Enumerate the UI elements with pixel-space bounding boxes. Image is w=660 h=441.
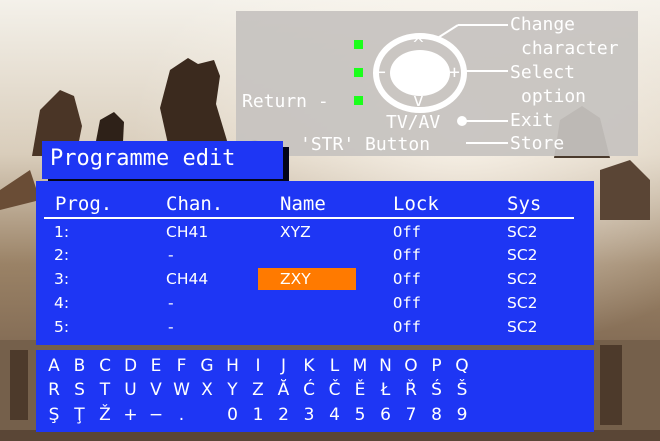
char-key[interactable]: +: [121, 405, 141, 425]
page-title: Programme edit: [50, 146, 236, 171]
char-key[interactable]: Ě: [350, 380, 370, 400]
char-key[interactable]: 3: [299, 405, 319, 425]
row-5-chan[interactable]: -: [168, 318, 174, 336]
column-header-name: Name: [280, 193, 326, 215]
char-key[interactable]: Š: [452, 380, 472, 400]
char-key[interactable]: 0: [223, 405, 243, 425]
return-label: Return -: [242, 91, 329, 112]
indicator-dot: [354, 96, 363, 105]
exit-label: Exit: [510, 110, 554, 131]
char-key[interactable]: M: [350, 356, 370, 376]
select-option-label-2: option: [521, 86, 587, 107]
char-key[interactable]: −: [146, 405, 166, 425]
char-key[interactable]: Z: [248, 380, 268, 400]
row-4-chan[interactable]: -: [168, 294, 174, 312]
change-character-label: Change: [510, 14, 576, 35]
tv-av-label: TV/AV: [386, 112, 441, 133]
row-3-chan[interactable]: CH44: [166, 270, 208, 288]
row-2-sys[interactable]: SC2: [507, 246, 538, 264]
char-key[interactable]: L: [325, 356, 345, 376]
char-key[interactable]: 5: [350, 405, 370, 425]
row-3-prog[interactable]: 3:: [54, 270, 69, 288]
char-key[interactable]: O: [401, 356, 421, 376]
row-2-chan[interactable]: -: [168, 246, 174, 264]
indicator-dot: [354, 68, 363, 77]
row-1-chan[interactable]: CH41: [166, 223, 208, 241]
row-1-name[interactable]: XYZ: [280, 223, 311, 241]
char-key[interactable]: Ž: [95, 405, 115, 425]
row-2-lock[interactable]: Off: [393, 246, 421, 264]
minus-icon: −: [375, 62, 386, 83]
down-arrow-icon: v: [413, 90, 424, 111]
char-key[interactable]: 2: [274, 405, 294, 425]
change-character-label-2: character: [521, 38, 619, 59]
char-key[interactable]: V: [146, 380, 166, 400]
char-key[interactable]: Ć: [299, 380, 319, 400]
row-4-sys[interactable]: SC2: [507, 294, 538, 312]
char-key[interactable]: H: [223, 356, 243, 376]
select-option-label: Select: [510, 62, 576, 83]
row-1-prog[interactable]: 1:: [54, 223, 69, 241]
char-key[interactable]: A: [44, 356, 64, 376]
char-key[interactable]: P: [427, 356, 447, 376]
char-key[interactable]: S: [70, 380, 90, 400]
char-key[interactable]: J: [274, 356, 294, 376]
header-divider: [44, 217, 574, 219]
char-key[interactable]: Ş: [44, 405, 64, 425]
char-key[interactable]: 9: [452, 405, 472, 425]
menu-title-box: Programme edit: [42, 141, 283, 179]
char-key[interactable]: 1: [248, 405, 268, 425]
char-key[interactable]: Ţ: [70, 405, 90, 425]
column-header-lock: Lock: [393, 193, 439, 215]
column-header-prog: Prog.: [55, 193, 113, 215]
row-4-lock[interactable]: Off: [393, 294, 421, 312]
char-key[interactable]: Ă: [274, 380, 294, 400]
char-key[interactable]: Ł: [376, 380, 396, 400]
char-key[interactable]: Ś: [427, 380, 447, 400]
char-key[interactable]: N: [376, 356, 396, 376]
char-key[interactable]: G: [197, 356, 217, 376]
char-key[interactable]: W: [172, 380, 192, 400]
row-5-sys[interactable]: SC2: [507, 318, 538, 336]
column-header-sys: Sys: [507, 193, 542, 215]
str-button-label: 'STR' Button: [300, 134, 431, 155]
remote-pad-diagram: [373, 24, 508, 144]
char-key[interactable]: X: [197, 380, 217, 400]
up-arrow-icon: ^: [413, 34, 424, 55]
char-key[interactable]: B: [70, 356, 90, 376]
char-key[interactable]: Q: [452, 356, 472, 376]
indicator-dot: [354, 40, 363, 49]
char-key[interactable]: T: [95, 380, 115, 400]
column-header-chan: Chan.: [166, 193, 224, 215]
char-key[interactable]: I: [248, 356, 268, 376]
row-4-prog[interactable]: 4:: [54, 294, 69, 312]
store-label: Store: [510, 133, 565, 154]
row-2-prog[interactable]: 2:: [54, 246, 69, 264]
char-key[interactable]: R: [44, 380, 64, 400]
char-key[interactable]: 8: [427, 405, 447, 425]
char-key[interactable]: U: [121, 380, 141, 400]
char-key[interactable]: .: [172, 405, 192, 425]
row-5-lock[interactable]: Off: [393, 318, 421, 336]
char-key[interactable]: Ř: [401, 380, 421, 400]
char-key[interactable]: 6: [376, 405, 396, 425]
char-key[interactable]: C: [95, 356, 115, 376]
tv-screen: ^ v − + Change character Select option E…: [0, 0, 660, 441]
plus-icon: +: [449, 62, 460, 83]
row-1-sys[interactable]: SC2: [507, 223, 538, 241]
char-key[interactable]: 7: [401, 405, 421, 425]
char-key[interactable]: D: [121, 356, 141, 376]
char-key[interactable]: F: [172, 356, 192, 376]
row-5-prog[interactable]: 5:: [54, 318, 69, 336]
row-3-name[interactable]: ZXY: [280, 270, 311, 288]
char-key[interactable]: Č: [325, 380, 345, 400]
row-3-lock[interactable]: Off: [393, 270, 421, 288]
char-key[interactable]: E: [146, 356, 166, 376]
row-1-lock[interactable]: Off: [393, 223, 421, 241]
char-key[interactable]: K: [299, 356, 319, 376]
char-key[interactable]: 4: [325, 405, 345, 425]
char-key[interactable]: Y: [223, 380, 243, 400]
row-3-sys[interactable]: SC2: [507, 270, 538, 288]
